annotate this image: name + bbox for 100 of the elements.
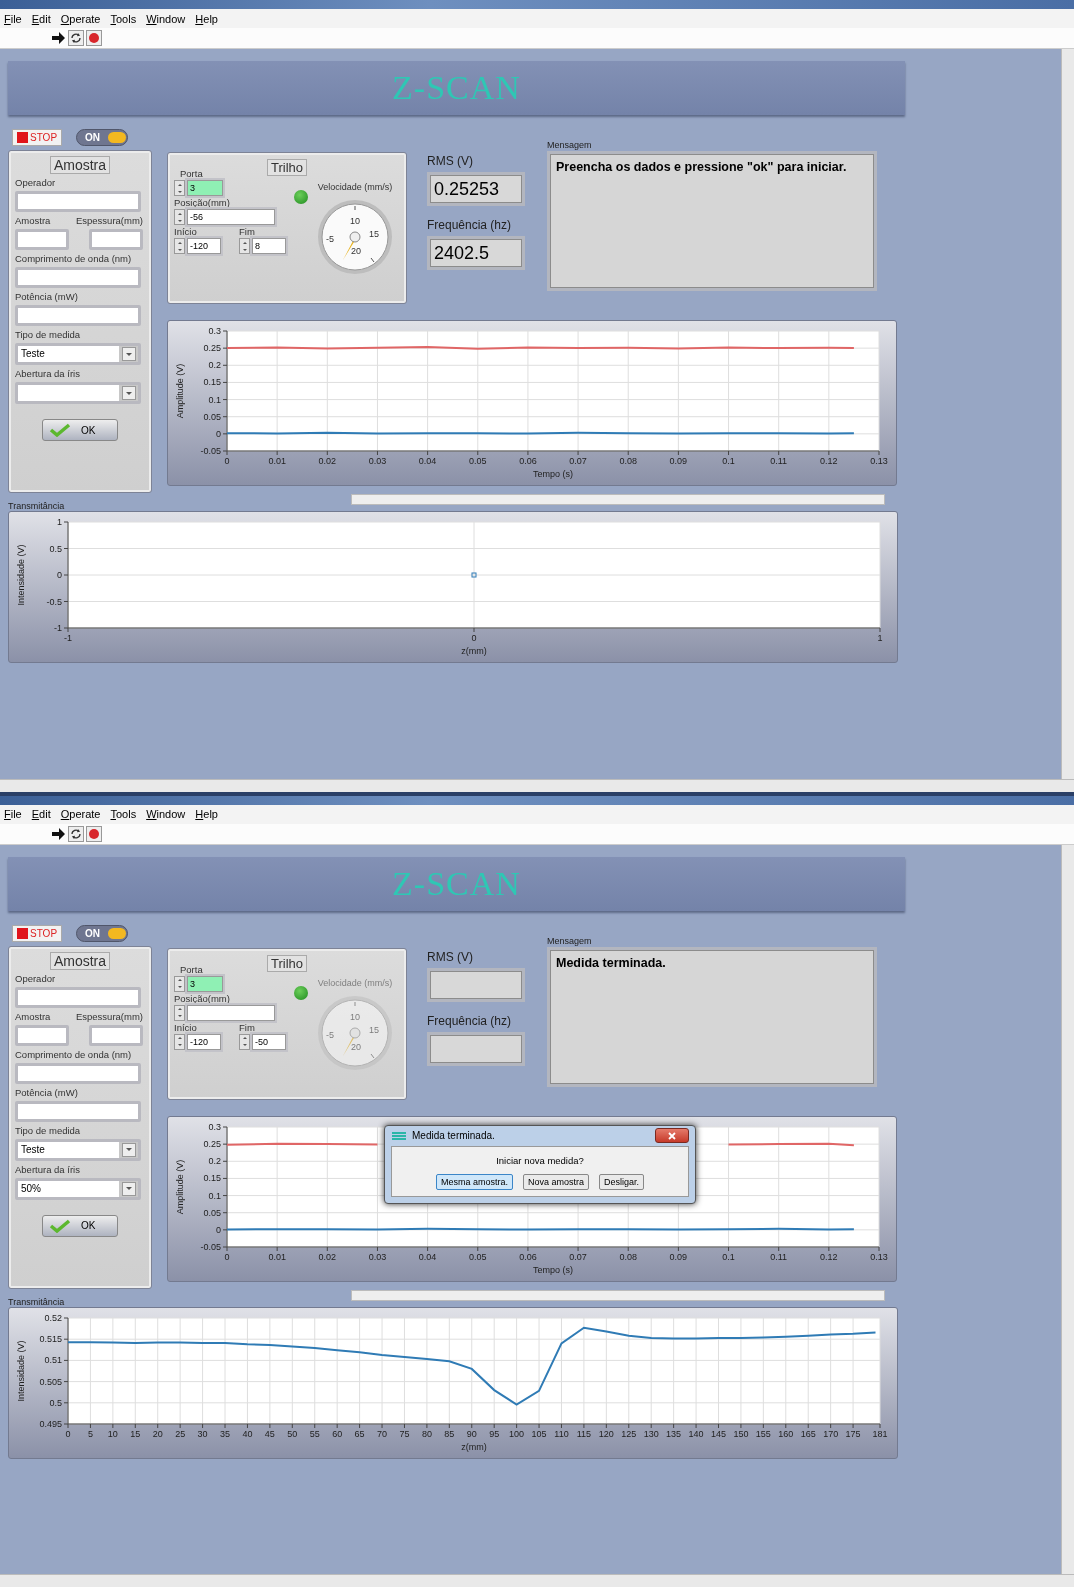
spin-buttons[interactable] [174,180,185,196]
ok-button[interactable]: OK [42,1214,118,1237]
axis-tick-label: 0 [216,1224,221,1235]
input-field[interactable] [15,1062,141,1084]
dialog-button[interactable]: Mesma amostra. [435,1173,513,1190]
axis-tick-label: 0.04 [418,456,437,466]
axis-tick-label: 170 [823,1428,839,1439]
arrow-icon[interactable] [50,825,66,842]
axis-tick-label: 0.03 [368,456,387,466]
number-field[interactable]: -120 [187,238,221,254]
dropdown-field[interactable]: 50% [18,1180,119,1197]
menu-item[interactable]: Tools [110,12,137,25]
stop-button[interactable]: STOP [12,924,63,942]
input-field[interactable] [15,1100,141,1122]
number-field[interactable]: -50 [252,1033,286,1050]
field-label: Início [174,1021,198,1033]
chart-label: Transmitância [8,1296,65,1307]
spin-buttons[interactable] [174,209,185,225]
input-field[interactable] [89,1024,143,1046]
banner-title: Z-SCAN [392,864,521,903]
axis-tick-label: 175 [845,1428,861,1439]
field-label: Operador [15,972,57,984]
menu-item[interactable]: Operate [60,808,101,820]
spin-buttons[interactable] [174,238,185,254]
menu-item[interactable]: Window [146,12,186,25]
spin-buttons[interactable] [174,1004,185,1021]
menu-item[interactable]: File [4,808,22,820]
close-button[interactable] [655,1128,689,1143]
menu-item[interactable]: Tools [110,808,137,820]
dropdown-field[interactable]: Teste [18,1141,119,1158]
vertical-scrollbar[interactable] [1061,49,1074,779]
input-field[interactable] [15,191,141,212]
axis-tick-label: 0.2 [208,360,221,371]
axis-tick-label: 85 [444,1428,455,1439]
number-field[interactable]: -56 [187,209,275,225]
banner-title: Z-SCAN [392,69,521,107]
axis-tick-label: 100 [509,1428,525,1439]
dropdown-field[interactable]: Teste [18,346,119,362]
axis-tick-label: 0 [216,428,221,439]
loop-arrows-icon[interactable] [68,30,84,46]
axis-tick-label: 0.11 [770,1251,788,1262]
menu-item[interactable]: File [4,12,22,25]
axis-title: Intensidade (V) [16,1340,26,1401]
input-field[interactable] [15,986,141,1008]
menu-item[interactable]: Help [195,808,218,820]
dialog-button[interactable]: Nova amostra [523,1173,589,1190]
axis-tick-label: 0.08 [619,456,637,466]
axis-tick-label: 0.1 [722,456,735,466]
horizontal-scrollbar[interactable] [351,494,886,505]
axis-tick-label: 0.25 [203,1138,221,1149]
spin-buttons[interactable] [174,975,185,992]
gauge-label: Velocidade (mm/s) [317,977,393,988]
menu-item[interactable]: Edit [31,12,51,25]
input-field[interactable] [89,229,143,250]
abort-icon[interactable] [86,825,102,842]
spin-buttons[interactable] [174,1033,185,1050]
horizontal-scrollbar[interactable] [0,1574,1074,1587]
input-field[interactable] [15,1024,69,1046]
toggle-switch[interactable]: ON [76,924,129,942]
loop-arrows-icon[interactable] [68,825,84,842]
ok-button[interactable]: OK [42,419,118,441]
number-field[interactable]: 3 [187,975,223,992]
axis-tick-label: 0 [224,456,230,466]
axis-tick-label: 130 [643,1428,659,1439]
spin-buttons[interactable] [239,238,250,254]
menu-item[interactable]: Operate [60,12,101,25]
number-field[interactable]: -120 [187,1033,221,1050]
stop-button[interactable]: STOP [12,129,63,146]
dialog-button[interactable]: Desligar. [599,1173,645,1190]
dropdown-field[interactable] [18,385,119,401]
menu-item[interactable]: Edit [31,808,51,820]
abort-icon[interactable] [86,30,102,46]
menu-item[interactable]: Help [195,12,218,25]
number-field[interactable]: 3 [187,180,223,196]
toggle-switch[interactable]: ON [76,129,129,146]
input-field[interactable] [15,229,69,250]
spin-buttons[interactable] [239,1033,250,1050]
arrow-icon[interactable] [50,30,66,46]
number-field[interactable] [187,1004,275,1021]
field-label: Fim [239,1021,256,1033]
dropdown-arrow-button[interactable] [122,386,136,400]
axis-tick-label: 60 [332,1428,343,1439]
dropdown-arrow-button[interactable] [122,347,136,361]
axis-tick-label: 0.25 [203,343,221,354]
input-field[interactable] [15,267,141,288]
dropdown-arrow-button[interactable] [122,1181,136,1196]
vertical-scrollbar[interactable] [1061,844,1074,1574]
dropdown-arrow-button[interactable] [122,1142,136,1157]
axis-tick-label: 0.07 [569,1251,587,1262]
axis-tick-label: 0.1 [208,1190,221,1201]
axis-tick-label: 0.3 [208,1121,221,1132]
number-field[interactable]: 8 [252,238,286,254]
horizontal-scrollbar[interactable] [351,1289,886,1301]
input-field[interactable] [15,305,141,326]
axis-tick-label: 30 [197,1428,208,1439]
checkmark-icon [49,1218,71,1233]
app-icon [391,1130,407,1141]
menu-item[interactable]: Window [146,808,186,820]
axis-tick-label: 160 [778,1428,794,1439]
field-label: Tipo de medida [15,329,82,340]
